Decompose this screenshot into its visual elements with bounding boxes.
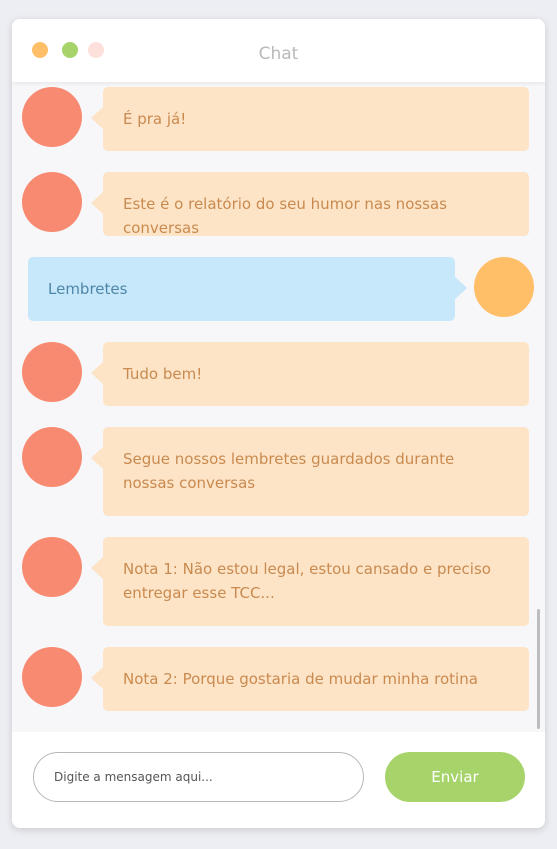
message-text: Segue nossos lembretes guardados durante…: [123, 450, 455, 492]
composer-bar: Enviar: [12, 732, 545, 828]
message-list[interactable]: É pra já! Este é o relatório do seu humo…: [12, 82, 545, 732]
message-input[interactable]: [33, 752, 364, 802]
bot-avatar: [22, 647, 82, 707]
title-bar: Chat: [12, 19, 545, 82]
message-text: Nota 1: Não estou legal, estou cansado e…: [123, 560, 491, 602]
user-avatar: [474, 257, 534, 317]
message-text: Este é o relatório do seu humor nas noss…: [123, 195, 448, 237]
window-title: Chat: [258, 44, 299, 64]
bot-avatar: [22, 172, 82, 232]
message-text: Lembretes: [48, 280, 128, 298]
bot-avatar: [22, 537, 82, 597]
chat-window: Chat É pra já! Este é o relatório do seu…: [12, 19, 545, 828]
bot-avatar: [22, 427, 82, 487]
bot-message-bubble: Nota 1: Não estou legal, estou cansado e…: [91, 537, 529, 626]
bot-message-bubble: É pra já!: [91, 87, 529, 151]
message-text: Nota 2: Porque gostaria de mudar minha r…: [123, 670, 478, 688]
send-button[interactable]: Enviar: [385, 752, 525, 802]
message-text: Tudo bem!: [123, 365, 203, 383]
bot-avatar: [22, 87, 82, 147]
bot-message-bubble: Segue nossos lembretes guardados durante…: [91, 427, 529, 516]
bot-avatar: [22, 342, 82, 402]
message-text: É pra já!: [123, 110, 187, 128]
message-list-scrollbar[interactable]: [537, 609, 540, 729]
user-message-bubble: Lembretes: [28, 257, 467, 321]
bot-message-bubble: Este é o relatório do seu humor nas noss…: [91, 172, 529, 237]
bot-message-bubble: Nota 2: Porque gostaria de mudar minha r…: [91, 647, 529, 711]
bot-message-bubble: Tudo bem!: [91, 342, 529, 406]
